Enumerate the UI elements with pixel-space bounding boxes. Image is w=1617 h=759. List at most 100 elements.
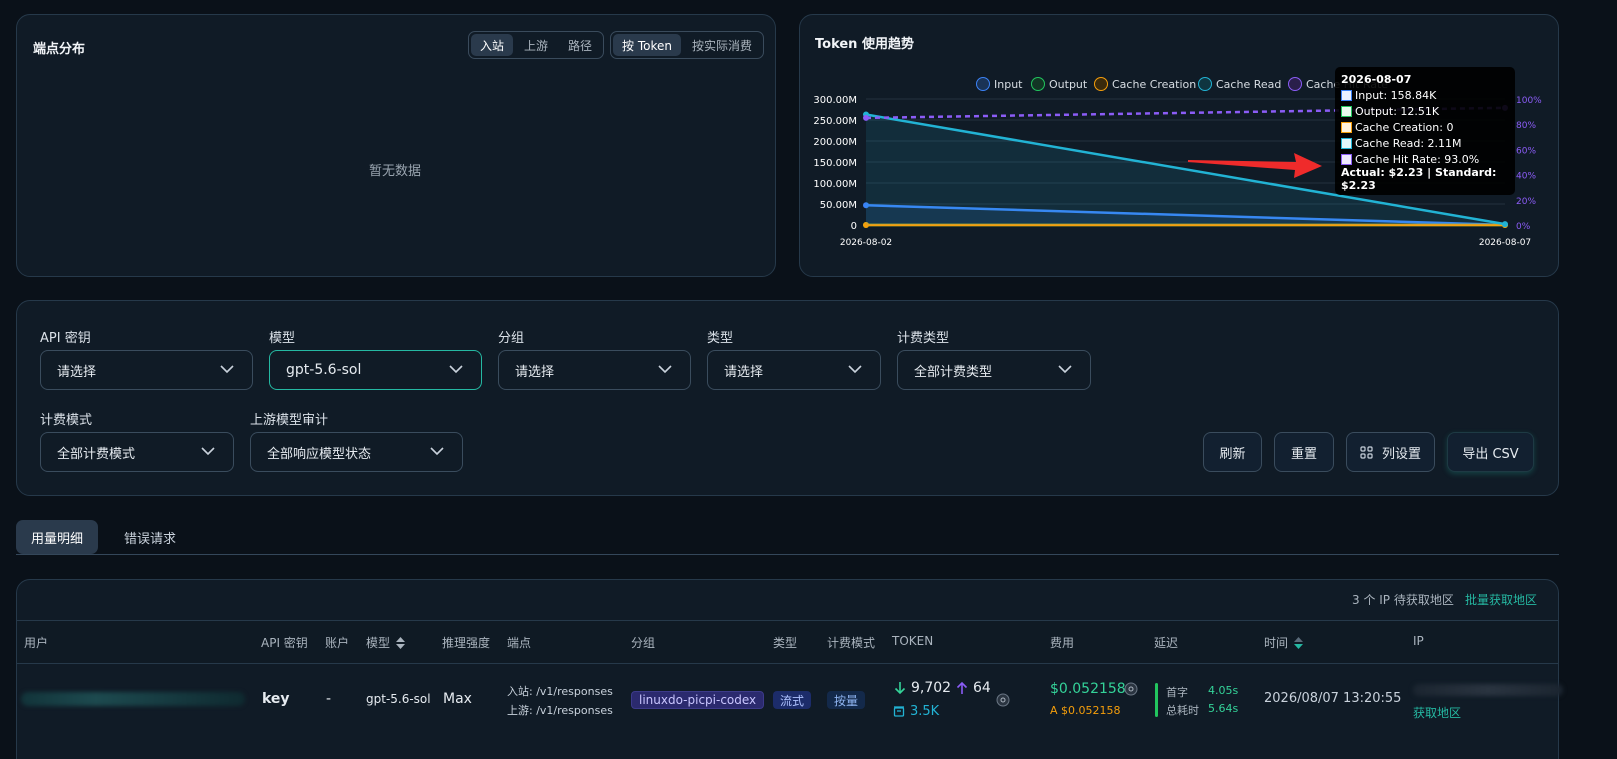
tooltip-text: Cache Read: 2.11M bbox=[1355, 136, 1462, 150]
tooltip-swatch bbox=[1341, 137, 1352, 149]
info-circle-icon[interactable] bbox=[1124, 682, 1138, 696]
col-reasoning-effort: 推理强度 bbox=[442, 636, 491, 650]
model-select[interactable]: gpt-5.6-sol bbox=[269, 350, 482, 390]
upstream-audit-select[interactable]: 全部响应模型状态 bbox=[250, 432, 463, 472]
row-latency-first: 4.05s bbox=[1208, 684, 1239, 697]
col-cost: 费用 bbox=[1050, 636, 1075, 650]
panel-title: 端点分布 bbox=[33, 42, 86, 57]
select-value: 全部响应模型状态 bbox=[267, 446, 372, 462]
row-cost-actual: A $0.052158 bbox=[1050, 704, 1121, 717]
group-select[interactable]: 请选择 bbox=[498, 350, 691, 390]
tooltip-row-cache-creation: Cache Creation: 0 bbox=[1341, 119, 1509, 135]
type-label: 类型 bbox=[707, 331, 734, 346]
legend-label: Input bbox=[994, 77, 1023, 91]
seg-by-cost[interactable]: 按实际消费 bbox=[683, 34, 761, 56]
tooltip-text: Cache Creation: 0 bbox=[1355, 120, 1454, 134]
tooltip-date: 2026-08-07 bbox=[1341, 72, 1412, 86]
arrow-down-icon bbox=[894, 682, 906, 695]
tooltip-text: Output: 12.51K bbox=[1355, 104, 1440, 118]
select-value: 全部计费类型 bbox=[914, 364, 993, 380]
tab-usage-detail[interactable]: 用量明细 bbox=[16, 520, 99, 554]
cache-icon bbox=[893, 706, 905, 717]
legend-label: Cache Creation bbox=[1112, 77, 1197, 91]
group-label: 分组 bbox=[498, 331, 525, 346]
row-latency-total-label: 总耗时 bbox=[1166, 704, 1199, 717]
row-time: 2026/08/07 13:20:55 bbox=[1264, 691, 1402, 706]
refresh-button[interactable]: 刷新 bbox=[1203, 432, 1262, 472]
tooltip-text: Cache Hit Rate: 93.0% bbox=[1355, 152, 1480, 166]
row-endpoint-upstream: 上游: /v1/responses bbox=[507, 704, 613, 717]
empty-state-text: 暂无数据 bbox=[369, 164, 422, 179]
chevron-down-icon bbox=[430, 447, 444, 456]
select-value: 全部计费模式 bbox=[57, 446, 136, 462]
seg-path[interactable]: 路径 bbox=[559, 34, 601, 56]
legend-input[interactable]: Input bbox=[976, 77, 1022, 91]
batch-fetch-region-link[interactable]: 批量获取地区 bbox=[1465, 591, 1537, 608]
endpoint-metric-toggle: 按 Token 按实际消费 bbox=[610, 31, 764, 59]
endpoint-distribution-panel: 端点分布 入站 上游 路径 按 Token 按实际消费 暂无数据 bbox=[16, 14, 776, 277]
billing-mode-select[interactable]: 全部计费模式 bbox=[40, 432, 234, 472]
row-reasoning-effort: Max bbox=[443, 691, 472, 707]
col-user: 用户 bbox=[24, 636, 49, 650]
tooltip-swatch bbox=[1341, 89, 1352, 101]
legend-swatch bbox=[976, 77, 990, 91]
row-fetch-region-link[interactable]: 获取地区 bbox=[1413, 704, 1461, 721]
tooltip-swatch bbox=[1341, 153, 1352, 165]
col-billing-mode: 计费模式 bbox=[827, 636, 876, 650]
seg-by-token[interactable]: 按 Token bbox=[613, 34, 681, 56]
api-key-label: API 密钥 bbox=[40, 331, 91, 346]
panel-title: Token 使用趋势 bbox=[815, 37, 914, 52]
type-select[interactable]: 请选择 bbox=[707, 350, 881, 390]
sort-desc-icon bbox=[1294, 636, 1304, 649]
col-account: 账户 bbox=[325, 636, 350, 650]
reset-button[interactable]: 重置 bbox=[1274, 432, 1334, 472]
ip-pending-text: 3 个 IP 待获取地区 bbox=[1352, 593, 1454, 607]
col-token: TOKEN bbox=[892, 634, 934, 648]
row-account: - bbox=[326, 691, 332, 707]
upstream-audit-label: 上游模型审计 bbox=[250, 413, 329, 428]
legend-swatch bbox=[1094, 77, 1108, 91]
sort-icon bbox=[396, 636, 406, 649]
seg-inbound[interactable]: 入站 bbox=[471, 34, 514, 56]
legend-swatch bbox=[1031, 77, 1045, 91]
column-settings-button[interactable]: 列设置 bbox=[1346, 432, 1435, 472]
col-model[interactable]: 模型 bbox=[366, 634, 406, 651]
chevron-down-icon bbox=[658, 365, 672, 374]
chevron-down-icon bbox=[449, 365, 463, 374]
col-time[interactable]: 时间 bbox=[1264, 634, 1304, 651]
legend-cache-read[interactable]: Cache Read bbox=[1198, 77, 1281, 91]
legend-cache-creation[interactable]: Cache Creation bbox=[1094, 77, 1196, 91]
billing-type-select[interactable]: 全部计费类型 bbox=[897, 350, 1091, 390]
user-avatar-blurred bbox=[21, 692, 245, 706]
select-value: gpt-5.6-sol bbox=[286, 362, 362, 378]
row-endpoint-inbound: 入站: /v1/responses bbox=[507, 685, 613, 698]
billing-mode-label: 计费模式 bbox=[40, 413, 93, 428]
row-api-key: key bbox=[262, 691, 290, 707]
latency-bar bbox=[1155, 683, 1158, 717]
row-group-badge: linuxdo-picpi-codex bbox=[631, 691, 765, 709]
tooltip-row-output: Output: 12.51K bbox=[1341, 103, 1509, 119]
tooltip-row-cache-read: Cache Read: 2.11M bbox=[1341, 135, 1509, 151]
row-cost: $0.052158 bbox=[1050, 681, 1126, 697]
info-circle-icon[interactable] bbox=[996, 693, 1010, 707]
billing-type-label: 计费类型 bbox=[897, 331, 950, 346]
table-row[interactable] bbox=[17, 664, 1558, 759]
tooltip-row-cache-hit-rate: Cache Hit Rate: 93.0% bbox=[1341, 151, 1509, 167]
chevron-down-icon bbox=[201, 447, 215, 456]
legend-output[interactable]: Output bbox=[1031, 77, 1087, 91]
tooltip-swatch bbox=[1341, 121, 1352, 133]
tabs-divider bbox=[16, 554, 1559, 555]
row-latency-first-label: 首字 bbox=[1166, 686, 1188, 699]
api-key-select[interactable]: 请选择 bbox=[40, 350, 253, 390]
tab-error-requests[interactable]: 错误请求 bbox=[109, 520, 191, 554]
legend-swatch bbox=[1288, 77, 1302, 91]
tooltip-footer: Actual: $2.23 | Standard: $2.23 bbox=[1341, 166, 1497, 192]
select-value: 请选择 bbox=[724, 364, 764, 380]
export-csv-button[interactable]: 导出 CSV bbox=[1447, 432, 1534, 472]
col-endpoint: 端点 bbox=[507, 636, 532, 650]
legend-swatch bbox=[1198, 77, 1212, 91]
seg-upstream[interactable]: 上游 bbox=[515, 34, 557, 56]
legend-label: Cache Read bbox=[1216, 77, 1282, 91]
column-settings-label: 列设置 bbox=[1381, 446, 1421, 462]
tooltip-row-input: Input: 158.84K bbox=[1341, 87, 1509, 103]
